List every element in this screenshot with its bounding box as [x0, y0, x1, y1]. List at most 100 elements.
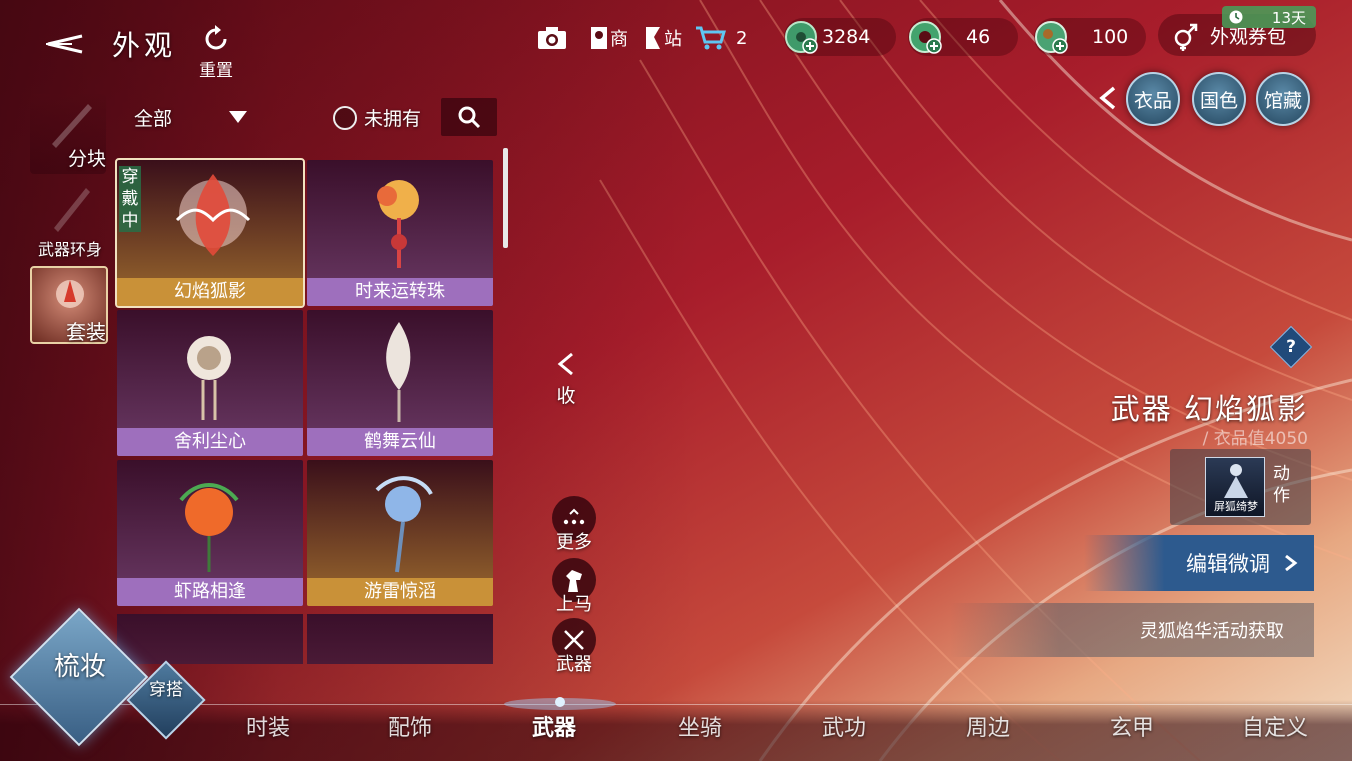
station-icon: [646, 27, 660, 49]
currency-value: 100: [1092, 26, 1129, 48]
item-name: 幻焰狐影: [117, 278, 303, 306]
more-label: 更多: [556, 532, 592, 553]
chevron-left-icon: [557, 352, 573, 376]
item-art: [175, 174, 251, 256]
category-block-label: 分块: [67, 148, 106, 170]
tab-martial[interactable]: 武功: [822, 710, 866, 742]
bead-coin-icon: [1035, 21, 1068, 54]
item-card[interactable]: 时来运转珠: [307, 160, 493, 306]
wearing-tag: 穿戴中: [119, 166, 141, 232]
source-info: 灵狐焰华活动获取: [950, 603, 1314, 657]
item-card[interactable]: 穿戴中 幻焰狐影: [115, 158, 305, 308]
round-button-style[interactable]: 衣品: [1126, 72, 1180, 126]
dress-up-label: 梳妆: [53, 652, 106, 682]
tab-accessory[interactable]: 配饰: [388, 710, 432, 742]
item-card-partial[interactable]: [307, 614, 493, 664]
mount-label: 上马: [556, 594, 592, 615]
weapon-label: 武器: [556, 654, 592, 675]
tab-armor[interactable]: 玄甲: [1110, 710, 1154, 742]
tab-surroundings[interactable]: 周边: [966, 710, 1010, 742]
chevron-right-icon: [1285, 554, 1298, 572]
chevron-left-icon[interactable]: [1096, 86, 1118, 110]
item-card[interactable]: 虾路相逢: [117, 460, 303, 606]
shop-icon: [591, 27, 607, 49]
item-card[interactable]: 鹤舞云仙: [307, 310, 493, 456]
item-art: [386, 322, 411, 422]
days-text: 13天: [1271, 8, 1306, 27]
jade-ring-icon: [909, 21, 942, 54]
item-name: 虾路相逢: [117, 578, 303, 606]
jade-coin-icon: [785, 21, 818, 54]
station-label: 站: [664, 29, 682, 50]
reset-label: 重置: [199, 61, 233, 81]
cart-icon: [696, 26, 726, 50]
weapon-title: 武器 幻焰狐影: [1110, 392, 1308, 426]
cart-count: 2: [736, 27, 748, 49]
action-thumbnail: 屏狐绮梦: [1205, 457, 1265, 517]
not-owned-label: 未拥有: [364, 108, 422, 130]
item-art: [375, 476, 433, 573]
more-icon: [563, 508, 585, 525]
action-card[interactable]: 屏狐绮梦 动作: [1170, 449, 1311, 525]
category-suit-tab[interactable]: 套装: [30, 266, 108, 344]
weapon-score: / 衣品值4050: [1202, 429, 1308, 449]
reset-button[interactable]: 重置: [192, 24, 240, 81]
source-text: 灵狐焰华活动获取: [1140, 621, 1284, 642]
cart-button[interactable]: 2: [694, 20, 747, 56]
currency-bead[interactable]: 100: [1034, 18, 1146, 56]
edit-tune-label: 编辑微调: [1186, 552, 1270, 576]
item-name: 舍利尘心: [117, 428, 303, 456]
currency-jade[interactable]: 3284: [784, 18, 896, 56]
item-name: 鹤舞云仙: [307, 428, 493, 456]
action-figure-art: [1224, 464, 1248, 498]
shop-button[interactable]: 商: [588, 20, 628, 56]
item-art: [187, 336, 231, 420]
camera-button[interactable]: [536, 20, 568, 56]
search-icon: [458, 106, 481, 129]
divider: [0, 704, 1352, 705]
action-label: 动作: [1273, 464, 1290, 506]
category-weapon-ring-tab[interactable]: 武器环身: [30, 180, 106, 262]
days-remaining-badge: 13天: [1222, 6, 1316, 28]
item-art: [377, 180, 419, 268]
station-button[interactable]: 站: [644, 20, 682, 56]
currency-value: 3284: [822, 26, 871, 48]
action-thumb-label: 屏狐绮梦: [1214, 500, 1258, 513]
currency-value: 46: [966, 26, 991, 48]
collapse-button[interactable]: 收: [552, 352, 580, 408]
camera-icon: [538, 27, 566, 49]
back-arrow-icon[interactable]: [42, 30, 86, 58]
filter-dropdown[interactable]: 全部: [134, 104, 172, 131]
page-title: 外观: [112, 29, 177, 62]
scrollbar[interactable]: [503, 148, 508, 248]
caret-down-icon[interactable]: [228, 110, 248, 124]
not-owned-radio[interactable]: [333, 106, 357, 130]
fox-weapon-thumbnail: [56, 280, 84, 308]
edit-tune-button[interactable]: 编辑微调: [1084, 535, 1314, 591]
tab-weapon[interactable]: 武器: [532, 710, 576, 742]
category-block-tab[interactable]: 分块: [30, 94, 106, 174]
category-suit-label: 套装: [66, 320, 106, 344]
search-button[interactable]: [441, 98, 497, 136]
clock-icon: [1229, 10, 1243, 24]
item-name: 时来运转珠: [307, 278, 493, 306]
currency-jade-2[interactable]: 46: [908, 18, 1018, 56]
item-card[interactable]: 舍利尘心: [117, 310, 303, 456]
item-art: [179, 483, 239, 572]
tab-custom[interactable]: 自定义: [1242, 710, 1308, 742]
shop-label: 商: [610, 29, 628, 50]
sword-icon: [54, 188, 90, 232]
category-weapon-ring-label: 武器环身: [37, 240, 102, 259]
round-button-collection[interactable]: 馆藏: [1256, 72, 1310, 126]
tab-fashion[interactable]: 时装: [246, 710, 290, 742]
item-card-partial[interactable]: [117, 614, 303, 664]
gender-icon: [1174, 23, 1198, 51]
collapse-label: 收: [556, 385, 576, 407]
reset-icon: [205, 25, 227, 50]
item-card[interactable]: 游雷惊滔: [307, 460, 493, 606]
help-icon: ?: [1286, 337, 1296, 357]
tab-mount[interactable]: 坐骑: [678, 710, 722, 742]
item-name: 游雷惊滔: [307, 578, 493, 606]
round-button-color[interactable]: 国色: [1192, 72, 1246, 126]
outfit-label: 穿搭: [149, 680, 183, 700]
